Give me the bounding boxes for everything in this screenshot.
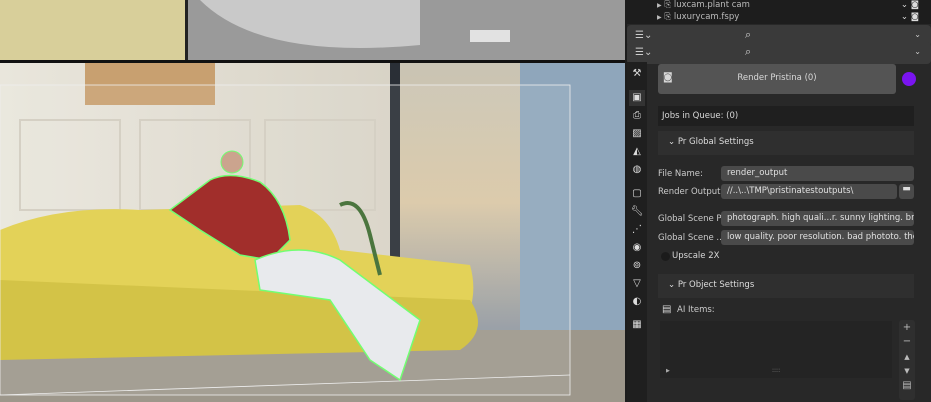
search-icon[interactable]: ⌕ (745, 45, 751, 59)
render-visibility-icon[interactable]: ⌄ ◙ (901, 0, 919, 10)
view-layer-tab-icon[interactable]: ▨ (629, 126, 645, 142)
upscale-checkbox[interactable]: Upscale 2X (658, 250, 758, 264)
outliner-item[interactable]: ▶ ⎘ luxcam.plant cam (657, 0, 750, 10)
jobs-in-queue: Jobs in Queue: (0) (658, 106, 914, 126)
status-indicator (902, 72, 916, 86)
render-output-input[interactable]: //..\..\TMP\pristinatestoutputs\ (721, 184, 897, 199)
3d-viewport[interactable] (0, 0, 625, 402)
chevron-down-icon[interactable]: ⌄ (914, 30, 921, 39)
add-item-button[interactable]: + (900, 322, 914, 334)
editor-header[interactable]: ☰⌄ ⌕ ⌄ (627, 42, 931, 64)
ai-items-icon: ▤ (662, 304, 672, 315)
world-tab-icon[interactable]: ◍ (629, 162, 645, 178)
chevron-down-icon[interactable]: ⌄ (914, 47, 921, 56)
data-tab-icon[interactable]: ▽ (629, 276, 645, 292)
texture-tab-icon[interactable]: ▦ (629, 317, 645, 333)
expand-icon[interactable]: ▶ (666, 368, 670, 374)
list-controls: + − ▲ ▼ ▤ (899, 320, 915, 400)
object-tab-icon[interactable]: ▢ (629, 186, 645, 202)
global-negative-label: Global Scene ... (658, 233, 725, 243)
camera-icon: ⎘ (664, 12, 672, 22)
tool-tab-icon[interactable]: ⚒ (629, 66, 645, 82)
properties-panel: ▶ ⎘ luxcam.plant cam ▶ ⎘ luxurycam.fspy … (627, 0, 931, 402)
render-tab-icon[interactable]: ▣ (629, 90, 645, 106)
global-prompt-label: Global Scene P... (658, 214, 729, 224)
output-tab-icon[interactable]: ⎙ (629, 108, 645, 124)
search-icon[interactable]: ⌕ (745, 28, 751, 42)
remove-item-button[interactable]: − (900, 336, 914, 348)
editor-type-icon[interactable]: ☰⌄ (635, 30, 652, 41)
render-pristina-button[interactable]: ◙ Render Pristina (0) (658, 64, 896, 94)
folder-icon[interactable]: ▬ (899, 184, 914, 199)
material-tab-icon[interactable]: ◐ (629, 294, 645, 310)
modifier-tab-icon[interactable]: 🔧︎ (629, 204, 645, 220)
render-output-label: Render Output: (658, 187, 724, 197)
editor-type-icon[interactable]: ☰⌄ (635, 47, 652, 58)
outliner: ▶ ⎘ luxcam.plant cam ▶ ⎘ luxurycam.fspy … (627, 0, 931, 24)
thumbnail-left (0, 0, 185, 60)
global-negative-input[interactable]: low quality. poor resolution. bad photot… (721, 230, 914, 245)
ai-items-list[interactable]: ▶ :::: (660, 321, 892, 378)
global-prompt-input[interactable]: photograph. high quali...r. sunny lighti… (721, 211, 914, 226)
scene-tab-icon[interactable]: ◭ (629, 144, 645, 160)
object-settings-panel-header[interactable]: ⌄ Pr Object Settings (658, 274, 914, 298)
properties-tabs: ⚒ ▣ ⎙ ▨ ◭ ◍ ▢ 🔧︎ ⋰ ◉ ⊚ ▽ ◐ ▦ (627, 62, 647, 402)
ai-items-label: AI Items: (677, 305, 715, 315)
render-visibility-icon[interactable]: ⌄ ◙ (901, 12, 919, 22)
outliner-item[interactable]: ▶ ⎘ luxurycam.fspy (657, 12, 739, 22)
move-up-button[interactable]: ▲ (900, 351, 914, 363)
file-name-label: File Name: (658, 169, 703, 179)
camera-icon: ⎘ (664, 0, 672, 10)
scene-render (0, 0, 625, 402)
global-settings-panel-header[interactable]: ⌄ Pr Global Settings (658, 131, 914, 155)
constraints-tab-icon[interactable]: ⊚ (629, 258, 645, 274)
move-down-button[interactable]: ▼ (900, 365, 914, 377)
resize-handle[interactable]: :::: (772, 367, 780, 374)
particles-tab-icon[interactable]: ⋰ (629, 222, 645, 238)
physics-tab-icon[interactable]: ◉ (629, 240, 645, 256)
list-options-button[interactable]: ▤ (900, 380, 914, 392)
file-name-input[interactable]: render_output (721, 166, 914, 181)
